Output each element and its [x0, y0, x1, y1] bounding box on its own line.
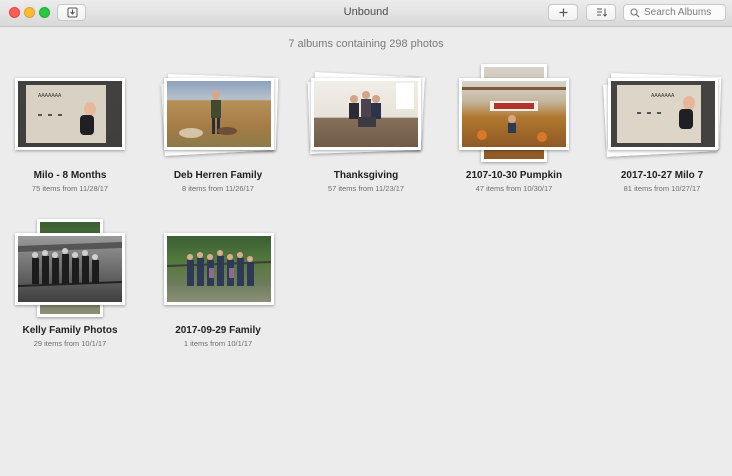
album-name: Kelly Family Photos — [22, 325, 118, 336]
album-thumbnail[interactable] — [439, 64, 589, 166]
thumb-image — [18, 236, 122, 302]
album-meta: 75 items from 11/28/17 — [31, 184, 109, 193]
album-meta: 57 items from 11/23/17 — [327, 184, 405, 193]
album-thumbnail[interactable] — [143, 74, 293, 166]
thumb-image: AAAAAAA — [611, 81, 715, 147]
album-meta: 1 items from 10/1/17 — [183, 339, 253, 348]
photo-thumb — [15, 233, 125, 305]
search-placeholder: Search Albums — [644, 7, 712, 18]
photo-thumb — [164, 78, 274, 150]
app-window: Unbound Search Albums 7 albums containin… — [0, 0, 732, 476]
svg-text:AAAAAAA: AAAAAAA — [651, 93, 675, 99]
photo-thumb — [459, 78, 569, 150]
svg-text:AAAAAAA: AAAAAAA — [38, 93, 62, 99]
album-thumbnail[interactable]: AAAAAAA — [0, 78, 145, 166]
plus-icon — [559, 8, 568, 17]
album-name: Milo - 8 Months — [33, 170, 107, 181]
photo-thumb: AAAAAAA — [608, 78, 718, 150]
album-meta: 29 items from 10/1/17 — [33, 339, 107, 348]
thumb-image — [462, 81, 566, 147]
album-thumbnail[interactable] — [143, 233, 293, 321]
photo-thumb — [164, 233, 274, 305]
sort-icon — [597, 8, 608, 17]
thumb-image — [314, 81, 418, 147]
album-name: Thanksgiving — [333, 170, 399, 181]
search-field[interactable]: Search Albums — [623, 4, 726, 21]
photo-thumb: AAAAAAA — [15, 78, 125, 150]
sort-button[interactable] — [586, 4, 616, 21]
album-thumbnail[interactable]: AAAAAAA — [587, 73, 732, 166]
album-meta: 47 items from 10/30/17 — [475, 184, 553, 193]
album-name: Deb Herren Family — [173, 170, 263, 181]
thumb-image — [167, 81, 271, 147]
album-name: 2017-10-27 Milo 7 — [620, 170, 704, 181]
album-name: 2017-09-29 Family — [175, 325, 261, 336]
photo-thumb — [311, 78, 421, 150]
thumb-image: AAAAAAA — [18, 81, 122, 147]
album-name: 2107-10-30 Pumpkin — [465, 170, 563, 181]
thumb-image — [167, 236, 271, 302]
add-album-button[interactable] — [548, 4, 578, 21]
title-bar: Unbound Search Albums — [0, 0, 732, 27]
album-thumbnail[interactable] — [0, 219, 145, 321]
album-thumbnail[interactable] — [291, 72, 441, 166]
album-meta: 8 items from 11/26/17 — [182, 184, 254, 193]
album-summary: 7 albums containing 298 photos — [288, 38, 444, 50]
album-meta: 81 items from 10/27/17 — [623, 184, 701, 193]
search-icon — [630, 8, 640, 18]
